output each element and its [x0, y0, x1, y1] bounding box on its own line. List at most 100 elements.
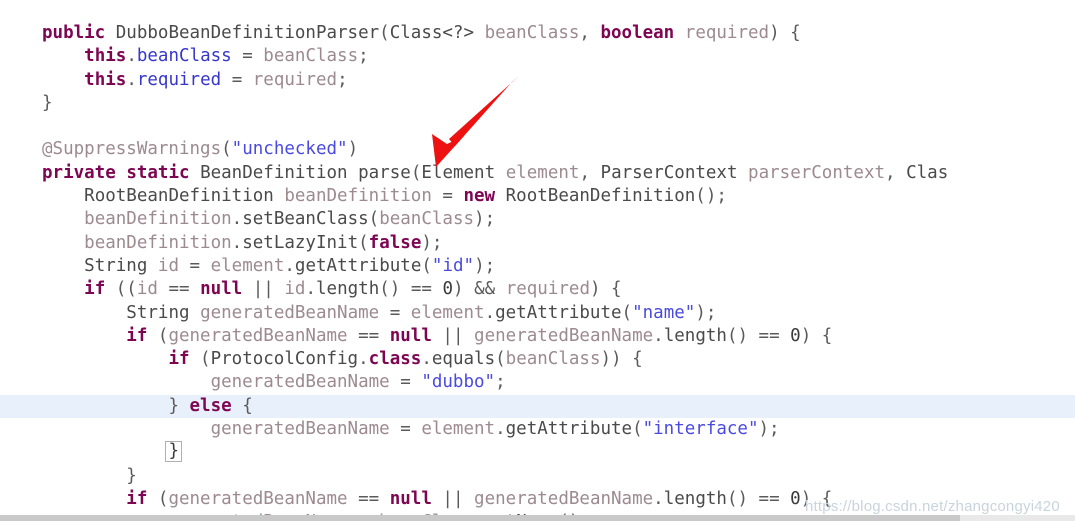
code-line[interactable]: generatedBeanName = element.getAttribute… — [0, 418, 1075, 441]
code-line[interactable]: } — [0, 92, 1075, 115]
code-token: "id" — [431, 255, 475, 276]
code-token: { — [231, 395, 253, 416]
code-token: ) — [347, 139, 359, 160]
code-token: null — [389, 325, 432, 346]
code-token: . — [653, 488, 664, 509]
code-token: (); — [695, 186, 727, 207]
code-line[interactable] — [0, 115, 1075, 138]
code-token: if — [126, 488, 148, 509]
code-line[interactable]: } else { — [0, 394, 1075, 419]
code-line[interactable]: generatedBeanName = "dubbo"; — [0, 371, 1075, 394]
code-line[interactable]: RootBeanDefinition beanDefinition = new … — [0, 185, 1075, 208]
code-token: length — [316, 279, 380, 300]
code-token: = — [221, 69, 253, 90]
code-token: ) { — [769, 23, 801, 43]
code-token: DubboBeanDefinitionParser — [115, 23, 380, 43]
code-token: , — [579, 162, 601, 183]
code-token: if — [126, 325, 148, 346]
code-token: . — [284, 255, 295, 276]
code-token: "interface" — [642, 419, 759, 440]
code-token: required — [684, 23, 770, 43]
code-token: ( — [495, 349, 506, 370]
code-token: ( — [421, 255, 432, 276]
code-line[interactable]: this.required = required; — [0, 69, 1075, 92]
code-token: . — [126, 69, 137, 90]
code-line[interactable]: if (ProtocolConfig.class.equals(beanClas… — [0, 348, 1075, 371]
code-token: element — [210, 255, 285, 276]
code-token: RootBeanDefinition — [84, 186, 274, 207]
code-token: this — [84, 46, 127, 67]
code-token: () == — [726, 488, 791, 509]
code-token: ); — [421, 232, 443, 253]
code-line[interactable]: String id = element.getAttribute("id"); — [0, 255, 1075, 278]
code-token: (( — [105, 279, 137, 300]
code-token: beanClass — [379, 209, 475, 230]
code-token: "name" — [632, 302, 696, 323]
code-line[interactable]: } — [0, 441, 1075, 464]
code-token: ) { — [589, 279, 622, 300]
code-token: beanClass — [505, 349, 601, 370]
code-line[interactable]: beanDefinition.setBeanClass(beanClass); — [0, 208, 1075, 231]
code-line[interactable]: String generatedBeanName = element.getAt… — [0, 302, 1075, 325]
code-token: ; — [358, 46, 369, 67]
code-line[interactable]: public DubboBeanDefinitionParser(Class<?… — [0, 22, 1075, 45]
code-editor-viewport[interactable]: public DubboBeanDefinitionParser(Class<?… — [0, 0, 1075, 521]
code-token: = — [431, 186, 464, 207]
code-token: beanDefinition — [84, 209, 232, 230]
code-token: == — [347, 325, 390, 346]
code-token: 0 — [790, 488, 801, 509]
code-token: ) { — [800, 325, 833, 346]
code-line[interactable]: } — [0, 465, 1075, 488]
code-token: ; — [495, 372, 506, 393]
code-token: generatedBeanName — [168, 488, 348, 509]
code-token: BeanDefinition — [200, 162, 348, 183]
code-token: ( — [632, 419, 643, 440]
code-block[interactable]: public DubboBeanDefinitionParser(Class<?… — [0, 22, 1075, 521]
code-token: 0 — [790, 325, 801, 346]
code-line[interactable]: this.beanClass = beanClass; — [0, 45, 1075, 68]
code-token: } — [165, 441, 182, 463]
code-token: . — [231, 209, 243, 230]
code-line[interactable]: if ((id == null || id.length() == 0) && … — [0, 278, 1075, 301]
horizontal-scrollbar[interactable] — [0, 515, 1075, 521]
code-token: == — [157, 279, 201, 300]
code-token: element — [410, 302, 485, 323]
code-token: false — [368, 232, 422, 253]
code-line[interactable]: private static BeanDefinition parse(Elem… — [0, 162, 1075, 185]
code-token: ParserContext — [600, 162, 738, 183]
code-line[interactable]: if (generatedBeanName == null || generat… — [0, 325, 1075, 348]
code-token: Clas — [906, 162, 949, 183]
horizontal-scrollbar-thumb[interactable] — [0, 515, 960, 521]
code-token: id — [157, 255, 179, 276]
code-line[interactable]: @SuppressWarnings("unchecked") — [0, 138, 1075, 161]
code-token: null — [389, 488, 432, 509]
code-token: || — [431, 325, 475, 346]
code-token: . — [421, 349, 432, 370]
code-token: this — [84, 69, 127, 90]
code-token: ; — [337, 69, 348, 90]
code-token: @SuppressWarnings — [42, 139, 222, 160]
code-token: RootBeanDefinition — [505, 186, 696, 207]
code-token: ); — [695, 302, 717, 323]
code-line[interactable]: beanDefinition.setLazyInit(false); — [0, 232, 1075, 255]
code-token: } — [126, 465, 137, 486]
code-token: () == — [379, 279, 443, 300]
code-token: "dubbo" — [421, 372, 496, 393]
code-token: == — [347, 488, 390, 509]
code-token: generatedBeanName — [474, 325, 654, 346]
code-token: parserContext — [748, 162, 886, 183]
code-token: )) { — [600, 349, 643, 370]
code-token: ( — [147, 488, 169, 509]
